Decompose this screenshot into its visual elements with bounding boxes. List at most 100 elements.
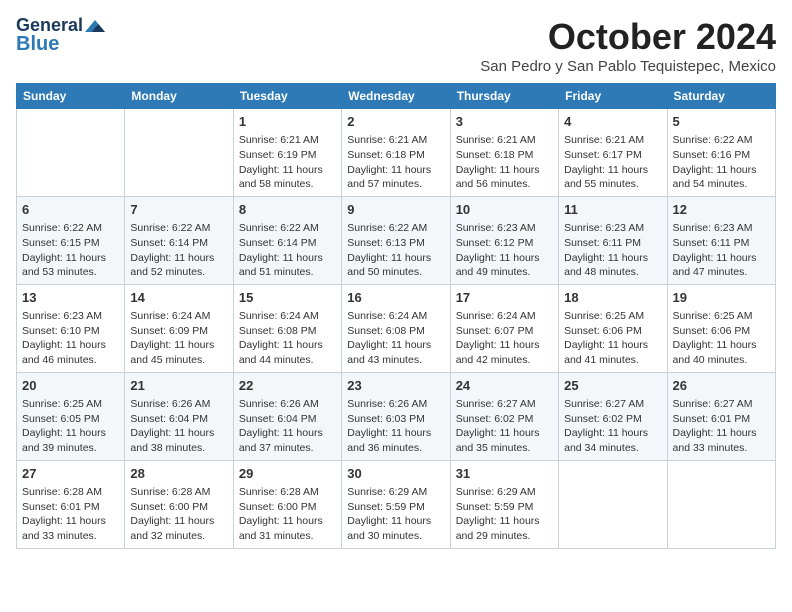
header-row: SundayMondayTuesdayWednesdayThursdayFrid…: [17, 84, 776, 109]
calendar-cell: [17, 109, 125, 197]
calendar-cell: 23 Sunrise: 6:26 AMSunset: 6:03 PMDayligh…: [342, 372, 450, 460]
calendar-cell: 5 Sunrise: 6:22 AMSunset: 6:16 PMDaylight…: [667, 109, 775, 197]
cell-content: Sunrise: 6:29 AMSunset: 5:59 PMDaylight:…: [456, 485, 553, 544]
cell-content: Sunrise: 6:27 AMSunset: 6:02 PMDaylight:…: [456, 397, 553, 456]
calendar-cell: 3 Sunrise: 6:21 AMSunset: 6:18 PMDaylight…: [450, 109, 558, 197]
cell-content: Sunrise: 6:22 AMSunset: 6:13 PMDaylight:…: [347, 221, 444, 280]
calendar-cell: 21Sunrise: 6:26 AMSunset: 6:04 PMDayligh…: [125, 372, 233, 460]
cell-content: Sunrise: 6:22 AMSunset: 6:16 PMDaylight:…: [673, 133, 770, 192]
day-number: 9: [347, 201, 444, 219]
day-number: 19: [673, 289, 770, 307]
cell-content: Sunrise: 6:21 AMSunset: 6:18 PMDaylight:…: [347, 133, 444, 192]
day-number: 13: [22, 289, 119, 307]
calendar-cell: 30Sunrise: 6:29 AMSunset: 5:59 PMDayligh…: [342, 460, 450, 548]
day-header-friday: Friday: [559, 84, 667, 109]
day-number: 11: [564, 201, 661, 219]
day-number: 10: [456, 201, 553, 219]
cell-content: Sunrise: 6:27 AMSunset: 6:01 PMDaylight:…: [673, 397, 770, 456]
calendar-cell: 13Sunrise: 6:23 AMSunset: 6:10 PMDayligh…: [17, 284, 125, 372]
calendar-cell: 28Sunrise: 6:28 AMSunset: 6:00 PMDayligh…: [125, 460, 233, 548]
cell-content: Sunrise: 6:25 AMSunset: 6:06 PMDaylight:…: [564, 309, 661, 368]
day-number: 16: [347, 289, 444, 307]
cell-content: Sunrise: 6:25 AMSunset: 6:06 PMDaylight:…: [673, 309, 770, 368]
calendar-cell: 27 Sunrise: 6:28 AMSunset: 6:01 PMDayligh…: [17, 460, 125, 548]
cell-content: Sunrise: 6:28 AMSunset: 6:00 PMDaylight:…: [239, 485, 336, 544]
logo-general: General: [16, 16, 105, 34]
day-number: 6: [22, 201, 119, 219]
logo-blue: Blue: [16, 34, 59, 54]
calendar-cell: 20Sunrise: 6:25 AMSunset: 6:05 PMDayligh…: [17, 372, 125, 460]
cell-content: Sunrise: 6:25 AMSunset: 6:05 PMDaylight:…: [22, 397, 119, 456]
header: General Blue October 2024 San Pedro y Sa…: [16, 16, 776, 75]
calendar-cell: [125, 109, 233, 197]
day-header-wednesday: Wednesday: [342, 84, 450, 109]
calendar-cell: 11Sunrise: 6:23 AMSunset: 6:11 PMDayligh…: [559, 196, 667, 284]
day-number: 25: [564, 377, 661, 395]
calendar-cell: 15 Sunrise: 6:24 AMSunset: 6:08 PMDayligh…: [233, 284, 341, 372]
calendar-cell: 29 Sunrise: 6:28 AMSunset: 6:00 PMDayligh…: [233, 460, 341, 548]
day-number: 26: [673, 377, 770, 395]
calendar-cell: 4Sunrise: 6:21 AMSunset: 6:17 PMDaylight…: [559, 109, 667, 197]
calendar-cell: 31 Sunrise: 6:29 AMSunset: 5:59 PMDayligh…: [450, 460, 558, 548]
day-number: 15: [239, 289, 336, 307]
day-number: 24: [456, 377, 553, 395]
week-row-2: 13Sunrise: 6:23 AMSunset: 6:10 PMDayligh…: [17, 284, 776, 372]
day-number: 18: [564, 289, 661, 307]
calendar-cell: 18 Sunrise: 6:25 AMSunset: 6:06 PMDayligh…: [559, 284, 667, 372]
calendar-cell: 7 Sunrise: 6:22 AMSunset: 6:14 PMDaylight…: [125, 196, 233, 284]
day-header-monday: Monday: [125, 84, 233, 109]
day-number: 12: [673, 201, 770, 219]
cell-content: Sunrise: 6:26 AMSunset: 6:04 PMDaylight:…: [130, 397, 227, 456]
day-number: 22: [239, 377, 336, 395]
cell-content: Sunrise: 6:22 AMSunset: 6:15 PMDaylight:…: [22, 221, 119, 280]
logo: General Blue: [16, 16, 105, 54]
calendar-cell: 1 Sunrise: 6:21 AMSunset: 6:19 PMDaylight…: [233, 109, 341, 197]
cell-content: Sunrise: 6:21 AMSunset: 6:19 PMDaylight:…: [239, 133, 336, 192]
cell-content: Sunrise: 6:23 AMSunset: 6:12 PMDaylight:…: [456, 221, 553, 280]
calendar-cell: [667, 460, 775, 548]
cell-content: Sunrise: 6:21 AMSunset: 6:18 PMDaylight:…: [456, 133, 553, 192]
calendar-cell: 24 Sunrise: 6:27 AMSunset: 6:02 PMDayligh…: [450, 372, 558, 460]
cell-content: Sunrise: 6:22 AMSunset: 6:14 PMDaylight:…: [130, 221, 227, 280]
week-row-3: 20Sunrise: 6:25 AMSunset: 6:05 PMDayligh…: [17, 372, 776, 460]
day-number: 4: [564, 113, 661, 131]
cell-content: Sunrise: 6:28 AMSunset: 6:01 PMDaylight:…: [22, 485, 119, 544]
cell-content: Sunrise: 6:26 AMSunset: 6:03 PMDaylight:…: [347, 397, 444, 456]
day-number: 5: [673, 113, 770, 131]
day-number: 29: [239, 465, 336, 483]
location-title: San Pedro y San Pablo Tequistepec, Mexic…: [480, 58, 776, 75]
calendar-cell: 12 Sunrise: 6:23 AMSunset: 6:11 PMDayligh…: [667, 196, 775, 284]
day-header-saturday: Saturday: [667, 84, 775, 109]
calendar-cell: 17 Sunrise: 6:24 AMSunset: 6:07 PMDayligh…: [450, 284, 558, 372]
calendar-table: SundayMondayTuesdayWednesdayThursdayFrid…: [16, 83, 776, 549]
day-number: 14: [130, 289, 227, 307]
calendar-cell: 8Sunrise: 6:22 AMSunset: 6:14 PMDaylight…: [233, 196, 341, 284]
cell-content: Sunrise: 6:27 AMSunset: 6:02 PMDaylight:…: [564, 397, 661, 456]
day-number: 23: [347, 377, 444, 395]
cell-content: Sunrise: 6:26 AMSunset: 6:04 PMDaylight:…: [239, 397, 336, 456]
calendar-cell: 19 Sunrise: 6:25 AMSunset: 6:06 PMDayligh…: [667, 284, 775, 372]
calendar-cell: 25 Sunrise: 6:27 AMSunset: 6:02 PMDayligh…: [559, 372, 667, 460]
calendar-cell: 6 Sunrise: 6:22 AMSunset: 6:15 PMDaylight…: [17, 196, 125, 284]
title-area: October 2024 San Pedro y San Pablo Tequi…: [480, 16, 776, 75]
day-number: 7: [130, 201, 227, 219]
calendar-cell: 9 Sunrise: 6:22 AMSunset: 6:13 PMDaylight…: [342, 196, 450, 284]
day-number: 1: [239, 113, 336, 131]
day-number: 27: [22, 465, 119, 483]
calendar-cell: 22 Sunrise: 6:26 AMSunset: 6:04 PMDayligh…: [233, 372, 341, 460]
cell-content: Sunrise: 6:28 AMSunset: 6:00 PMDaylight:…: [130, 485, 227, 544]
cell-content: Sunrise: 6:24 AMSunset: 6:07 PMDaylight:…: [456, 309, 553, 368]
week-row-0: 1 Sunrise: 6:21 AMSunset: 6:19 PMDaylight…: [17, 109, 776, 197]
cell-content: Sunrise: 6:24 AMSunset: 6:08 PMDaylight:…: [347, 309, 444, 368]
cell-content: Sunrise: 6:24 AMSunset: 6:09 PMDaylight:…: [130, 309, 227, 368]
day-number: 3: [456, 113, 553, 131]
calendar-cell: 16 Sunrise: 6:24 AMSunset: 6:08 PMDayligh…: [342, 284, 450, 372]
cell-content: Sunrise: 6:23 AMSunset: 6:11 PMDaylight:…: [673, 221, 770, 280]
day-number: 17: [456, 289, 553, 307]
day-number: 31: [456, 465, 553, 483]
calendar-cell: 2Sunrise: 6:21 AMSunset: 6:18 PMDaylight…: [342, 109, 450, 197]
month-title: October 2024: [480, 16, 776, 58]
cell-content: Sunrise: 6:24 AMSunset: 6:08 PMDaylight:…: [239, 309, 336, 368]
week-row-4: 27 Sunrise: 6:28 AMSunset: 6:01 PMDayligh…: [17, 460, 776, 548]
calendar-cell: 26 Sunrise: 6:27 AMSunset: 6:01 PMDayligh…: [667, 372, 775, 460]
